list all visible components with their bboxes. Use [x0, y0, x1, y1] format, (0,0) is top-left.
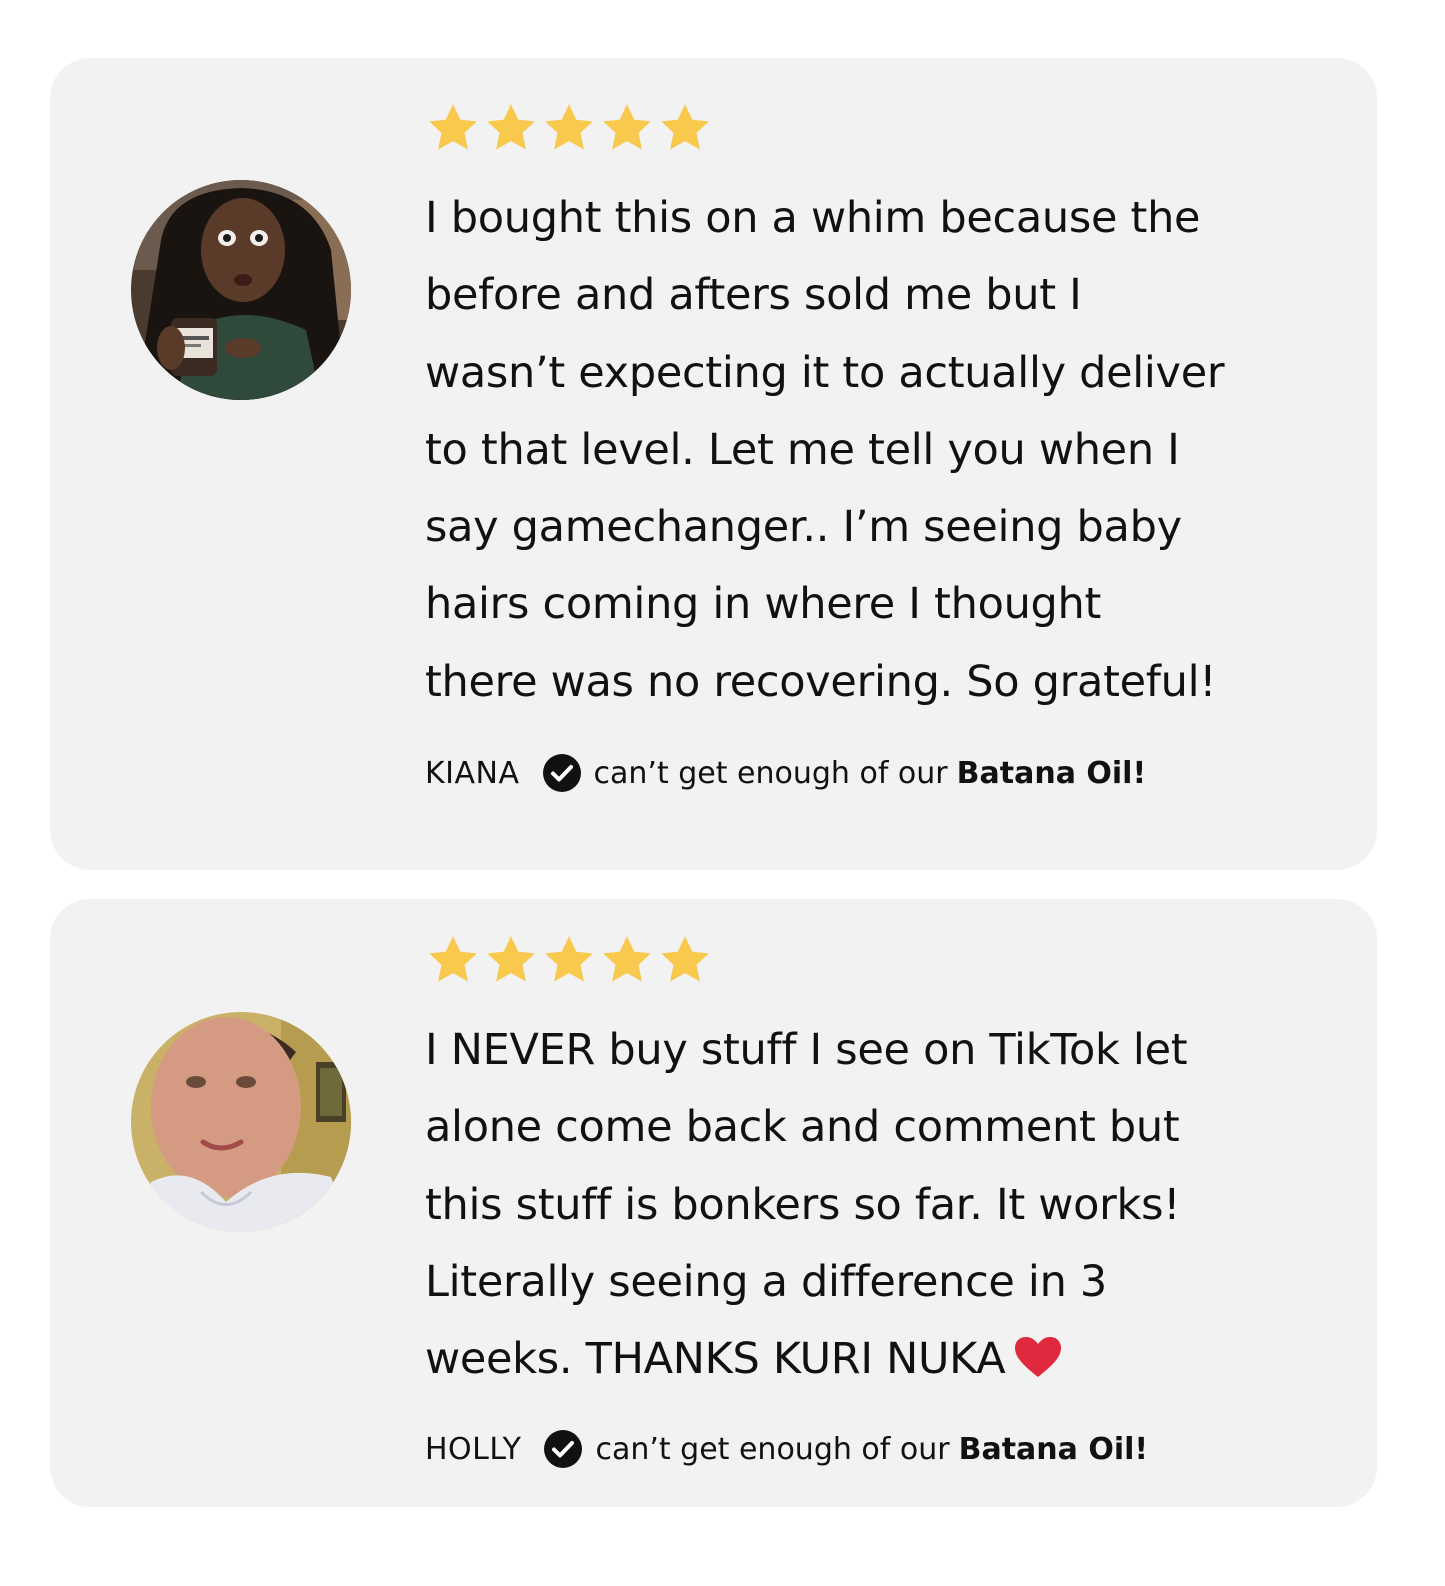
- review-tagline: can’t get enough of our: [595, 1431, 950, 1467]
- star-icon: [541, 100, 597, 156]
- review-attribution: KIANA can’t get enough of our Batana Oil…: [425, 751, 1146, 795]
- review-card: I bought this on a whim because the befo…: [50, 58, 1377, 870]
- review-text-line: I bought this on a whim because the: [425, 193, 1201, 243]
- star-icon: [541, 932, 597, 988]
- product-name: Batana Oil!: [956, 755, 1147, 791]
- review-text-line: hairs coming in where I thought: [425, 579, 1102, 630]
- check-circle-icon: [542, 753, 582, 793]
- review-tagline: can’t get enough of our: [593, 755, 948, 791]
- star-rating: [425, 100, 713, 156]
- star-icon: [657, 932, 713, 988]
- review-text-line: weeks. THANKS KURI NUKA: [425, 1334, 1006, 1385]
- star-icon: [483, 100, 539, 156]
- review-text: I NEVER buy stuff I see on TikTok let al…: [425, 1012, 1325, 1398]
- heart-icon: [1013, 1335, 1063, 1379]
- review-text-line-with-heart: weeks. THANKS KURI NUKA: [425, 1321, 1325, 1398]
- review-card: I NEVER buy stuff I see on TikTok let al…: [50, 899, 1377, 1507]
- reviewer-avatar: [131, 180, 351, 400]
- review-text-line: this stuff is bonkers so far. It works!: [425, 1179, 1181, 1230]
- star-icon: [657, 100, 713, 156]
- review-text-line: Literally seeing a difference in 3: [425, 1256, 1107, 1307]
- review-text-line: say gamechanger.. I’m seeing baby: [425, 502, 1182, 553]
- review-text-line: I NEVER buy stuff I see on TikTok let: [425, 1025, 1188, 1075]
- star-icon: [599, 100, 655, 156]
- reviewer-name: KIANA: [425, 755, 520, 791]
- review-text-line: wasn’t expecting it to actually deliver: [425, 347, 1225, 398]
- star-icon: [599, 932, 655, 988]
- star-icon: [425, 932, 481, 988]
- star-icon: [425, 100, 481, 156]
- review-text-line: before and afters sold me but I: [425, 270, 1082, 321]
- product-name: Batana Oil!: [958, 1431, 1149, 1467]
- review-text-line: to that level. Let me tell you when I: [425, 424, 1180, 475]
- check-circle-icon: [543, 1429, 583, 1469]
- reviewer-avatar: [131, 1012, 351, 1232]
- star-rating: [425, 932, 713, 988]
- review-text-line: there was no recovering. So grateful!: [425, 656, 1217, 707]
- review-attribution: HOLLY can’t get enough of our Batana Oil…: [425, 1427, 1148, 1471]
- star-icon: [483, 932, 539, 988]
- review-text-line: alone come back and comment but: [425, 1102, 1180, 1153]
- reviewer-name: HOLLY: [425, 1431, 522, 1467]
- review-text: I bought this on a whim because the befo…: [425, 180, 1325, 721]
